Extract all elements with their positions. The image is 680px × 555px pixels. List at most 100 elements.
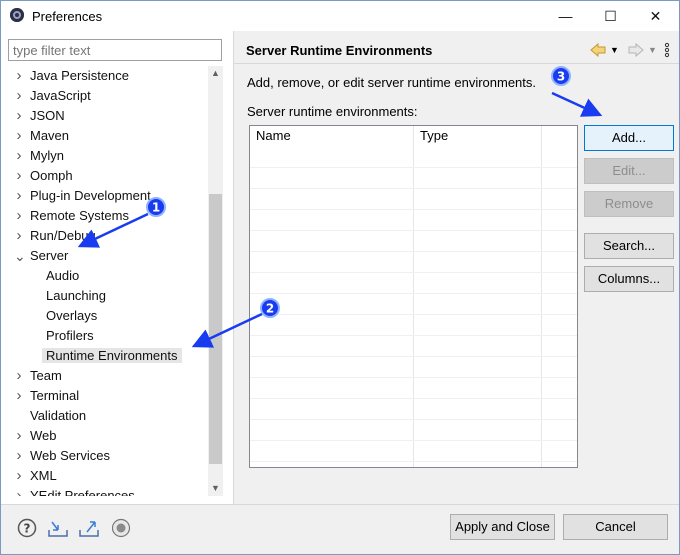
table-row[interactable]	[250, 398, 577, 399]
tree-item-label: Runtime Environments	[42, 348, 182, 363]
chevron-right-icon[interactable]: ›	[14, 386, 24, 406]
table-row[interactable]	[250, 188, 577, 189]
tree-item-label: Launching	[46, 288, 106, 303]
tree-item-label: Team	[30, 368, 62, 383]
tree-item[interactable]: › XML	[17, 466, 57, 486]
dialog-footer: ? Apply and Close Cancel	[1, 504, 679, 554]
tree-item[interactable]: Launching	[46, 286, 106, 306]
page-description: Add, remove, or edit server runtime envi…	[247, 75, 537, 90]
column-divider	[541, 126, 542, 467]
chevron-right-icon[interactable]: ›	[14, 366, 24, 386]
scroll-thumb[interactable]	[209, 194, 222, 464]
header-separator	[234, 63, 679, 64]
tree-item-label: Profilers	[46, 328, 94, 343]
tree-item[interactable]: › YEdit Preferences	[17, 486, 135, 496]
table-row[interactable]	[250, 293, 577, 294]
tree-item-label: Maven	[30, 128, 70, 143]
preference-tree: › Java Persistence › JavaScript › JSON › Maven ›…	[1, 66, 208, 496]
chevron-right-icon[interactable]: ›	[14, 186, 24, 206]
tree-item-label: Overlays	[46, 308, 98, 323]
add-button[interactable]: Add...	[584, 125, 674, 151]
tree-item[interactable]: › Mylyn	[17, 146, 64, 166]
close-button[interactable]: ✕	[633, 1, 678, 31]
table-row[interactable]	[250, 356, 577, 357]
table-row[interactable]	[250, 230, 577, 231]
tree-item[interactable]: Audio	[46, 266, 79, 286]
chevron-down-icon[interactable]: ⌄	[14, 246, 26, 266]
tree-item[interactable]: Profilers	[46, 326, 94, 346]
cancel-button[interactable]: Cancel	[563, 514, 668, 540]
chevron-right-icon[interactable]: ›	[14, 106, 24, 126]
tree-item[interactable]: › JavaScript	[17, 86, 91, 106]
tree-item-label: Plug-in Development	[30, 188, 151, 203]
filter-input[interactable]	[8, 39, 222, 61]
tree-item[interactable]: › Web	[17, 426, 57, 446]
preferences-window: Preferences — ☐ ✕ › Java Persistence › Java…	[0, 0, 680, 555]
table-row[interactable]	[250, 167, 577, 168]
columns-button[interactable]: Columns...	[584, 266, 674, 292]
chevron-right-icon[interactable]: ›	[14, 226, 24, 246]
tree-item[interactable]: › Terminal	[17, 386, 80, 406]
view-menu-icon[interactable]	[664, 42, 670, 62]
table-row[interactable]	[250, 440, 577, 441]
tree-item[interactable]: Runtime Environments	[42, 346, 182, 366]
forward-arrow-icon[interactable]	[627, 42, 645, 62]
chevron-right-icon[interactable]: ›	[14, 466, 24, 486]
export-icon[interactable]	[78, 518, 99, 538]
table-row[interactable]	[250, 272, 577, 273]
tree-item[interactable]: › Team	[17, 366, 62, 386]
chevron-right-icon[interactable]: ›	[14, 426, 24, 446]
tree-item[interactable]: Overlays	[46, 306, 97, 326]
tree-item[interactable]: › JSON	[17, 106, 65, 126]
scroll-up-icon[interactable]: ▲	[208, 66, 223, 81]
tree-item[interactable]: › Maven	[17, 126, 70, 146]
eclipse-icon	[10, 8, 24, 22]
table-row[interactable]	[250, 335, 577, 336]
chevron-right-icon[interactable]: ›	[14, 86, 24, 106]
table-row[interactable]	[250, 377, 577, 378]
tree-item[interactable]: › Remote Systems	[17, 206, 129, 226]
apply-and-close-button[interactable]: Apply and Close	[450, 514, 555, 540]
table-row[interactable]	[250, 314, 577, 315]
runtime-table[interactable]: Name Type	[249, 125, 578, 468]
table-row[interactable]	[250, 251, 577, 252]
remove-button[interactable]: Remove	[584, 191, 674, 217]
tree-item[interactable]: ⌄ Server	[14, 246, 69, 266]
help-icon[interactable]: ?	[17, 518, 37, 538]
import-icon[interactable]	[47, 518, 68, 538]
edit-button[interactable]: Edit...	[584, 158, 674, 184]
minimize-button[interactable]: —	[543, 1, 588, 31]
window-title: Preferences	[32, 9, 103, 24]
tree-item-label: JSON	[30, 108, 65, 123]
tree-item-label: Server	[30, 248, 69, 263]
tree-item[interactable]: › Plug-in Development	[17, 186, 151, 206]
chevron-right-icon[interactable]: ›	[14, 146, 24, 166]
page-title: Server Runtime Environments	[246, 43, 433, 58]
tree-item[interactable]: › Web Services	[17, 446, 110, 466]
chevron-right-icon[interactable]: ›	[14, 446, 24, 466]
tree-item[interactable]: › Run/Debug	[17, 226, 96, 246]
search-button[interactable]: Search...	[584, 233, 674, 259]
chevron-right-icon[interactable]: ›	[14, 206, 24, 226]
tree-item-label: Remote Systems	[30, 208, 129, 223]
table-row[interactable]	[250, 461, 577, 462]
chevron-right-icon[interactable]: ›	[14, 66, 24, 86]
forward-menu-icon[interactable]: ▼	[648, 42, 657, 58]
column-header-type[interactable]: Type	[420, 126, 448, 146]
chevron-right-icon[interactable]: ›	[14, 126, 24, 146]
scroll-down-icon[interactable]: ▼	[208, 481, 223, 496]
back-arrow-icon[interactable]	[589, 42, 607, 62]
chevron-right-icon[interactable]: ›	[14, 486, 24, 496]
chevron-right-icon[interactable]: ›	[14, 166, 24, 186]
table-row[interactable]	[250, 209, 577, 210]
tree-item[interactable]: Validation	[30, 406, 86, 426]
maximize-button[interactable]: ☐	[588, 1, 633, 31]
tree-item[interactable]: › Java Persistence	[17, 66, 130, 86]
tree-item[interactable]: › Oomph	[17, 166, 73, 186]
column-header-name[interactable]: Name	[256, 126, 291, 146]
back-menu-icon[interactable]: ▼	[610, 42, 619, 58]
table-row[interactable]	[250, 419, 577, 420]
tree-scrollbar[interactable]: ▲ ▼	[208, 66, 223, 496]
tree-item-label: Validation	[30, 408, 87, 423]
record-icon[interactable]	[111, 518, 131, 538]
